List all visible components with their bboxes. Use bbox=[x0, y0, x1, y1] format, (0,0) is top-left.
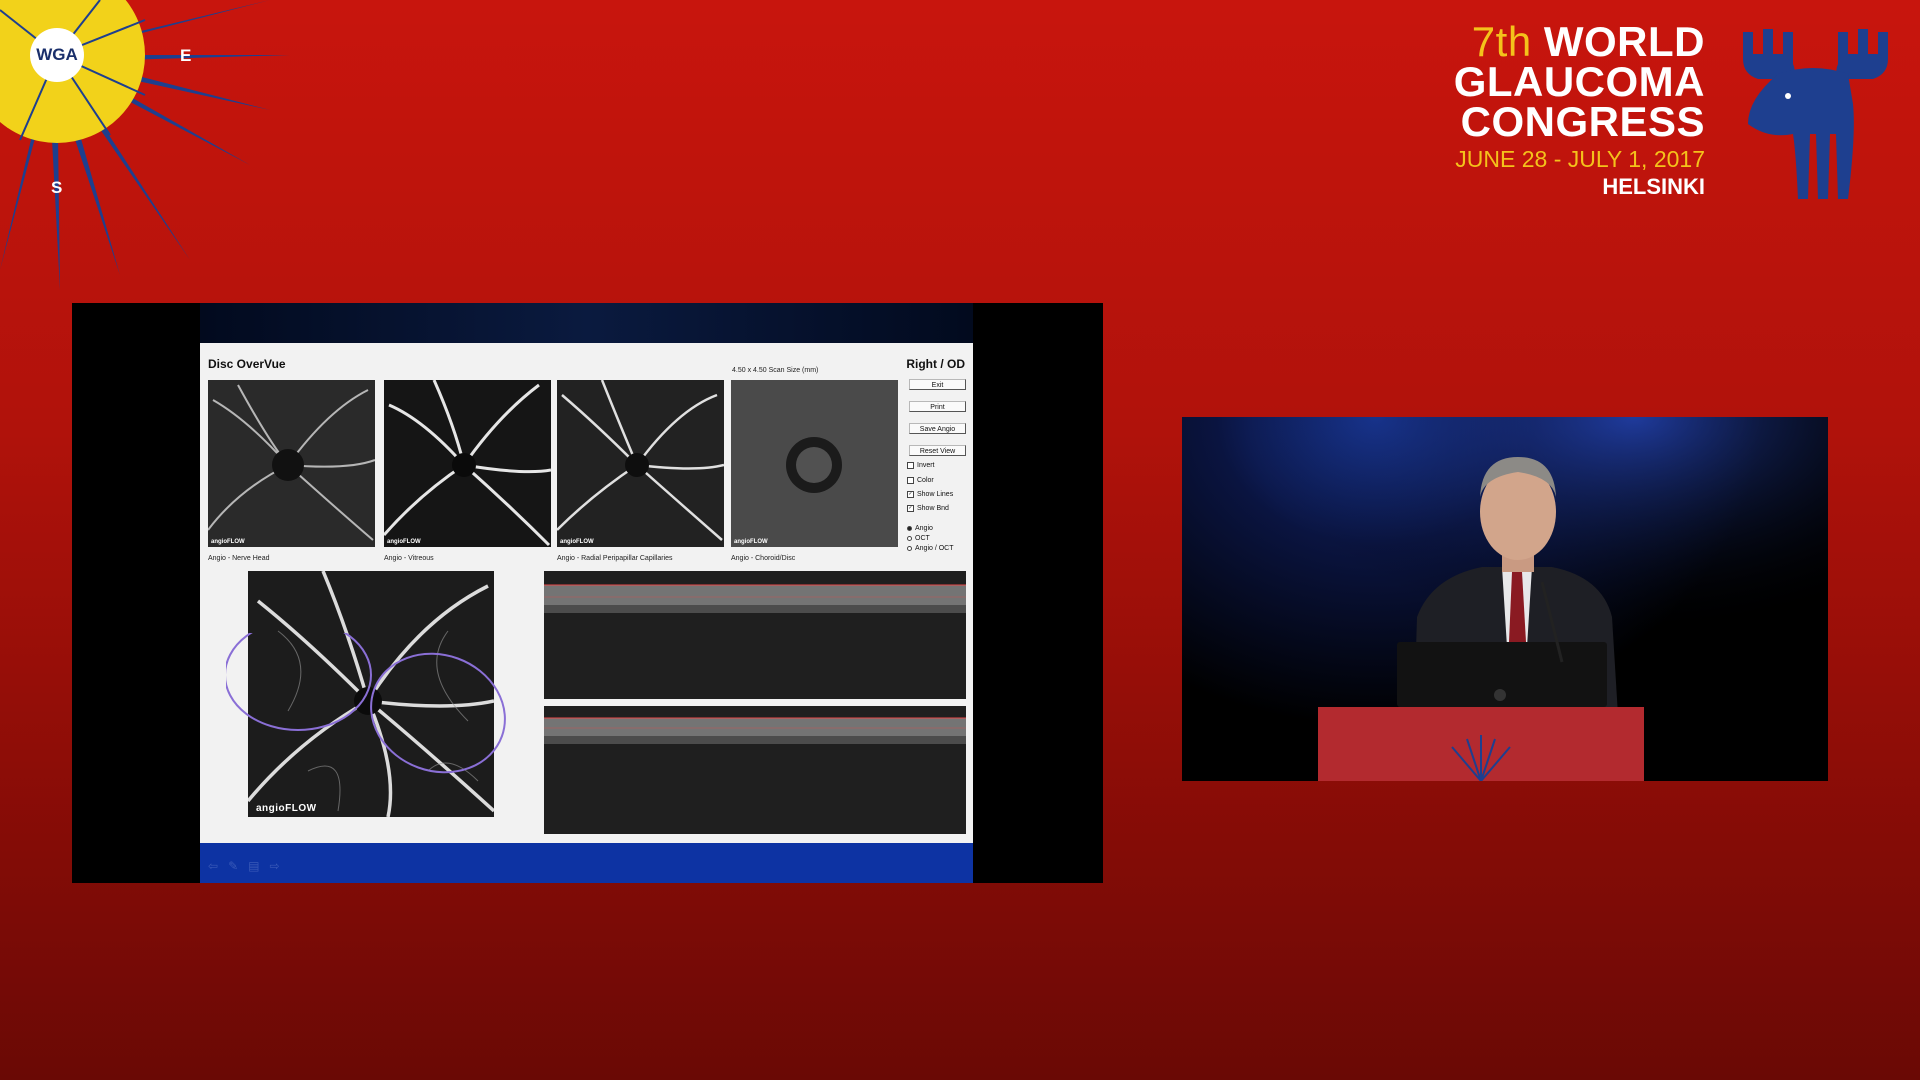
thumbnail-watermark: angioFLOW bbox=[734, 539, 768, 545]
radio-angio[interactable]: Angio bbox=[907, 525, 933, 532]
angio-thumbnail-nerve-head[interactable]: angioFLOW bbox=[208, 380, 375, 547]
angio-image-icon bbox=[557, 380, 724, 547]
oct-angio-slide: Disc OverVue Right / OD 4.50 x 4.50 Scan… bbox=[200, 303, 973, 883]
radio-label-oct: OCT bbox=[915, 535, 930, 542]
angio-thumbnail-vitreous[interactable]: angioFLOW bbox=[384, 380, 551, 547]
checkbox-label-show-bnd: Show Bnd bbox=[917, 505, 949, 512]
compass-south-label: S bbox=[51, 178, 63, 197]
slide-nav-icons: ⇦ ✎ ▤ ⇨ bbox=[208, 859, 280, 873]
radio-selected-icon bbox=[907, 526, 912, 531]
speaker-video bbox=[1182, 417, 1828, 781]
oct-bscan-bottom[interactable] bbox=[544, 706, 966, 834]
compass-east-label: E bbox=[180, 46, 192, 65]
reset-view-button[interactable]: Reset View bbox=[909, 445, 966, 456]
bscan-image-icon bbox=[544, 706, 966, 834]
congress-city: HELSINKI bbox=[1602, 174, 1705, 199]
annotation-ellipse-right bbox=[370, 652, 506, 774]
pen-icon[interactable]: ✎ bbox=[228, 859, 238, 873]
radio-label-angio: Angio bbox=[915, 525, 933, 532]
radio-oct[interactable]: OCT bbox=[907, 535, 930, 542]
speaker-at-podium-image bbox=[1182, 417, 1828, 781]
print-button[interactable]: Print bbox=[909, 401, 966, 412]
bscan-image-icon bbox=[544, 571, 966, 699]
forward-arrow-icon[interactable]: ⇨ bbox=[269, 859, 279, 873]
checkbox-invert[interactable]: Invert bbox=[907, 462, 935, 469]
congress-word-congress: CONGRESS bbox=[1460, 98, 1705, 145]
moose-logo-icon bbox=[1743, 29, 1888, 199]
checkbox-checked-icon: ✓ bbox=[907, 491, 914, 498]
save-angio-button[interactable]: Save Angio bbox=[909, 423, 966, 434]
checkbox-label-invert: Invert bbox=[917, 462, 935, 469]
thumbnail-watermark: angioFLOW bbox=[211, 539, 245, 545]
checkbox-box bbox=[907, 477, 914, 484]
checkbox-label-show-lines: Show Lines bbox=[917, 491, 954, 498]
checkbox-checked-icon: ✓ bbox=[907, 505, 914, 512]
scan-size-label: 4.50 x 4.50 Scan Size (mm) bbox=[732, 367, 819, 374]
angio-image-icon bbox=[208, 380, 375, 547]
checkbox-label-color: Color bbox=[917, 477, 934, 484]
angio-thumbnail-choroid-disc[interactable]: angioFLOW bbox=[731, 380, 898, 547]
thumbnail-caption-nerve-head: Angio - Nerve Head bbox=[208, 555, 270, 562]
congress-dates: JUNE 28 - JULY 1, 2017 bbox=[1455, 146, 1705, 172]
thumbnail-caption-vitreous: Angio - Vitreous bbox=[384, 555, 434, 562]
congress-line-1: 7th WORLD bbox=[1454, 21, 1705, 63]
panel-title: Disc OverVue bbox=[208, 357, 286, 371]
eye-side-label: Right / OD bbox=[906, 357, 965, 371]
slides-icon[interactable]: ▤ bbox=[248, 859, 259, 873]
congress-word-glaucoma: GLAUCOMA bbox=[1453, 58, 1705, 105]
angio-image-icon bbox=[731, 380, 898, 547]
annotation-ellipse-left bbox=[226, 633, 372, 731]
thumbnail-caption-choroid-disc: Angio - Choroid/Disc bbox=[731, 555, 796, 562]
wga-compass-logo: WGA E S bbox=[0, 0, 300, 300]
congress-title: 7th WORLD GLAUCOMA CONGRESS JUNE 28 - JU… bbox=[1453, 21, 1705, 200]
wga-badge: WGA bbox=[30, 28, 84, 82]
back-arrow-icon[interactable]: ⇦ bbox=[208, 859, 218, 873]
thumbnail-caption-radial-peripapillary: Angio - Radial Peripapillar Capillaries bbox=[557, 555, 673, 562]
radio-angio-oct[interactable]: Angio / OCT bbox=[907, 545, 954, 552]
slide-frame: Disc OverVue Right / OD 4.50 x 4.50 Scan… bbox=[72, 303, 1103, 883]
radio-icon bbox=[907, 536, 912, 541]
checkbox-show-bnd[interactable]: ✓ Show Bnd bbox=[907, 505, 949, 512]
exit-button[interactable]: Exit bbox=[909, 379, 966, 390]
slide-bottom-bar: ⇦ ✎ ▤ ⇨ bbox=[200, 843, 973, 883]
angio-thumbnail-radial-peripapillary[interactable]: angioFLOW bbox=[557, 380, 724, 547]
radio-icon bbox=[907, 546, 912, 551]
angio-image-icon bbox=[384, 380, 551, 547]
checkbox-show-lines[interactable]: ✓ Show Lines bbox=[907, 491, 953, 498]
thumbnail-watermark: angioFLOW bbox=[560, 539, 594, 545]
radio-label-angio-oct: Angio / OCT bbox=[915, 545, 954, 552]
thumbnail-watermark: angioFLOW bbox=[387, 539, 421, 545]
checkbox-box bbox=[907, 462, 914, 469]
oct-bscan-top[interactable] bbox=[544, 571, 966, 699]
slide-top-bar bbox=[200, 303, 973, 343]
checkbox-color[interactable]: Color bbox=[907, 477, 934, 484]
